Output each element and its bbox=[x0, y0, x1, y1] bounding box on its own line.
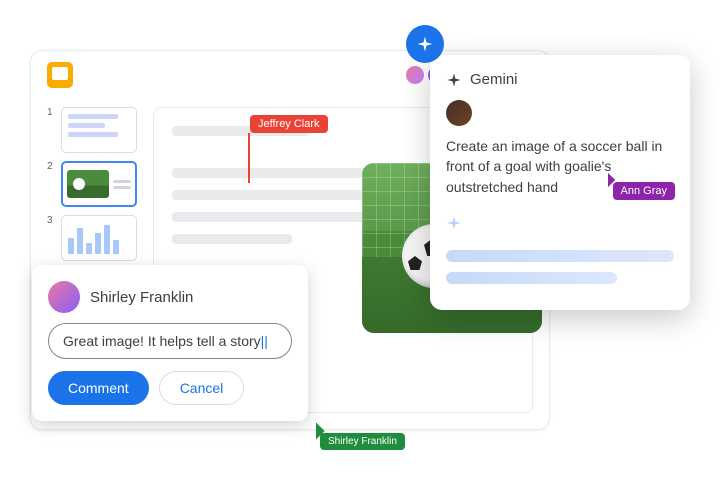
loading-placeholder bbox=[446, 250, 674, 262]
text-placeholder bbox=[172, 190, 384, 200]
collaborator-avatar[interactable] bbox=[404, 64, 426, 86]
collaborator-cursor-ann: Ann Gray bbox=[613, 182, 675, 200]
slides-app-icon bbox=[47, 62, 73, 88]
comment-author-avatar bbox=[48, 281, 80, 313]
comment-author-name: Shirley Franklin bbox=[90, 289, 193, 306]
text-placeholder bbox=[172, 212, 384, 222]
comment-cancel-button[interactable]: Cancel bbox=[159, 371, 245, 405]
collaborator-cursor-jeffrey: Jeffrey Clark bbox=[250, 115, 328, 133]
slide-thumb-selected[interactable]: 2 bbox=[47, 161, 137, 207]
comment-card: Shirley Franklin Great image! It helps t… bbox=[32, 265, 308, 421]
sparkle-icon bbox=[446, 72, 462, 88]
comment-input[interactable]: Great image! It helps tell a story| bbox=[48, 323, 292, 359]
gemini-title: Gemini bbox=[470, 71, 518, 88]
comment-submit-button[interactable]: Comment bbox=[48, 371, 149, 405]
slide-thumb[interactable]: 3 bbox=[47, 215, 137, 261]
slide-thumb[interactable]: 1 bbox=[47, 107, 137, 153]
gemini-user-avatar bbox=[446, 100, 472, 126]
gemini-badge bbox=[406, 25, 444, 63]
collaborator-cursor-shirley: Shirley Franklin bbox=[320, 433, 405, 450]
sparkle-icon bbox=[446, 215, 462, 231]
loading-placeholder bbox=[446, 272, 617, 284]
text-placeholder bbox=[172, 234, 292, 244]
